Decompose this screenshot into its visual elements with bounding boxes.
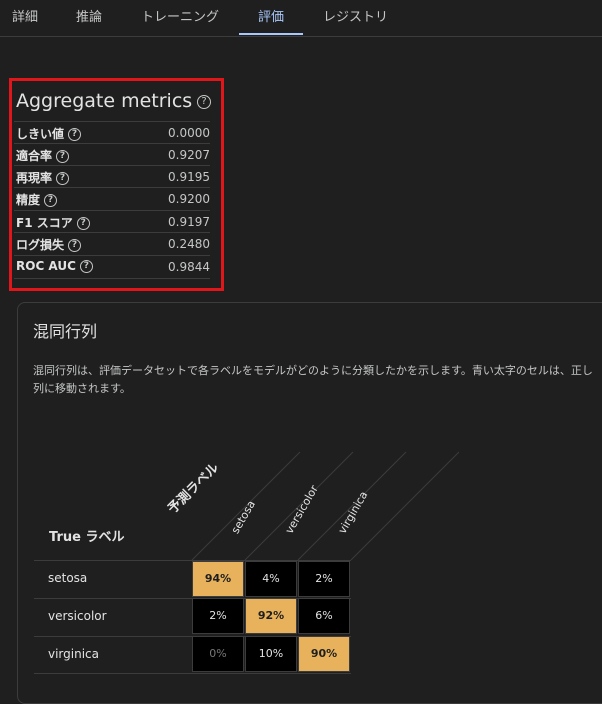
divider-line [350, 451, 460, 561]
tab-registry[interactable]: レジストリ [323, 0, 388, 35]
tab-evaluation[interactable]: 評価 [239, 0, 303, 35]
matrix-cell: 92% [245, 598, 297, 634]
metric-value: 0.0000 [168, 126, 210, 140]
matrix-cell: 2% [298, 561, 350, 597]
confusion-matrix-title: 混同行列 [33, 322, 98, 341]
matrix-cell: 10% [245, 636, 297, 672]
metric-label: 再現率 [16, 171, 53, 185]
metric-row-f1: F1 スコア? 0.9197 [14, 210, 210, 233]
row-label-setosa: setosa [48, 571, 88, 585]
metric-label: 精度 [16, 193, 41, 207]
metric-label: ログ損失 [16, 238, 65, 252]
metric-row-threshold: しきい値? 0.0000 [14, 121, 210, 144]
metric-label: F1 スコア [16, 216, 73, 230]
aggregate-metrics-heading: Aggregate metrics [16, 90, 193, 112]
help-icon[interactable]: ? [68, 239, 82, 252]
help-icon[interactable]: ? [44, 194, 58, 207]
help-icon[interactable]: ? [197, 95, 211, 109]
metric-row-precision: 適合率? 0.9207 [14, 143, 210, 166]
matrix-cell: 94% [192, 561, 244, 597]
tab-bar: 詳細 推論 トレーニング 評価 レジストリ [0, 0, 602, 37]
description-line: 混同行列は、評価データセットで各ラベルをモデルがどのように分類したかを示します。… [33, 364, 593, 377]
metric-label: 適合率 [16, 149, 53, 163]
metric-row-logloss: ログ損失? 0.2480 [14, 232, 210, 255]
metric-row-roc-auc: ROC AUC? 0.9844 [14, 255, 210, 279]
description-line: 列に移動されます。 [33, 382, 131, 395]
aggregate-metrics-title: Aggregate metrics ? [16, 90, 211, 112]
matrix-cell: 6% [298, 598, 350, 634]
metric-row-recall: 再現率? 0.9195 [14, 165, 210, 188]
help-icon[interactable]: ? [56, 150, 70, 163]
matrix-cell: 2% [192, 598, 244, 634]
help-icon[interactable]: ? [68, 128, 82, 141]
metric-label: しきい値 [16, 127, 65, 141]
metric-value: 0.2480 [168, 237, 210, 251]
tab-training[interactable]: トレーニング [141, 0, 219, 35]
matrix-cell: 0% [192, 636, 244, 672]
true-label-heading: True ラベル [49, 530, 125, 545]
help-icon[interactable]: ? [76, 217, 90, 230]
metric-value: 0.9844 [168, 260, 210, 274]
tab-inference[interactable]: 推論 [76, 0, 102, 35]
column-header-dividers [191, 451, 460, 561]
metric-value: 0.9195 [168, 170, 210, 184]
metric-value: 0.9197 [168, 215, 210, 229]
help-icon[interactable]: ? [79, 260, 93, 273]
metric-value: 0.9207 [168, 148, 210, 162]
metric-row-accuracy: 精度? 0.9200 [14, 187, 210, 210]
row-divider [34, 673, 351, 674]
row-label-versicolor: versicolor [48, 609, 107, 623]
help-icon[interactable]: ? [56, 172, 70, 185]
matrix-cell: 4% [245, 561, 297, 597]
metric-value: 0.9200 [168, 192, 210, 206]
matrix-cell: 90% [298, 636, 350, 672]
metric-label: ROC AUC [16, 259, 76, 273]
confusion-matrix-description: 混同行列は、評価データセットで各ラベルをモデルがどのように分類したかを示します。… [33, 362, 602, 398]
row-label-virginica: virginica [48, 647, 99, 661]
tab-details[interactable]: 詳細 [12, 0, 38, 35]
